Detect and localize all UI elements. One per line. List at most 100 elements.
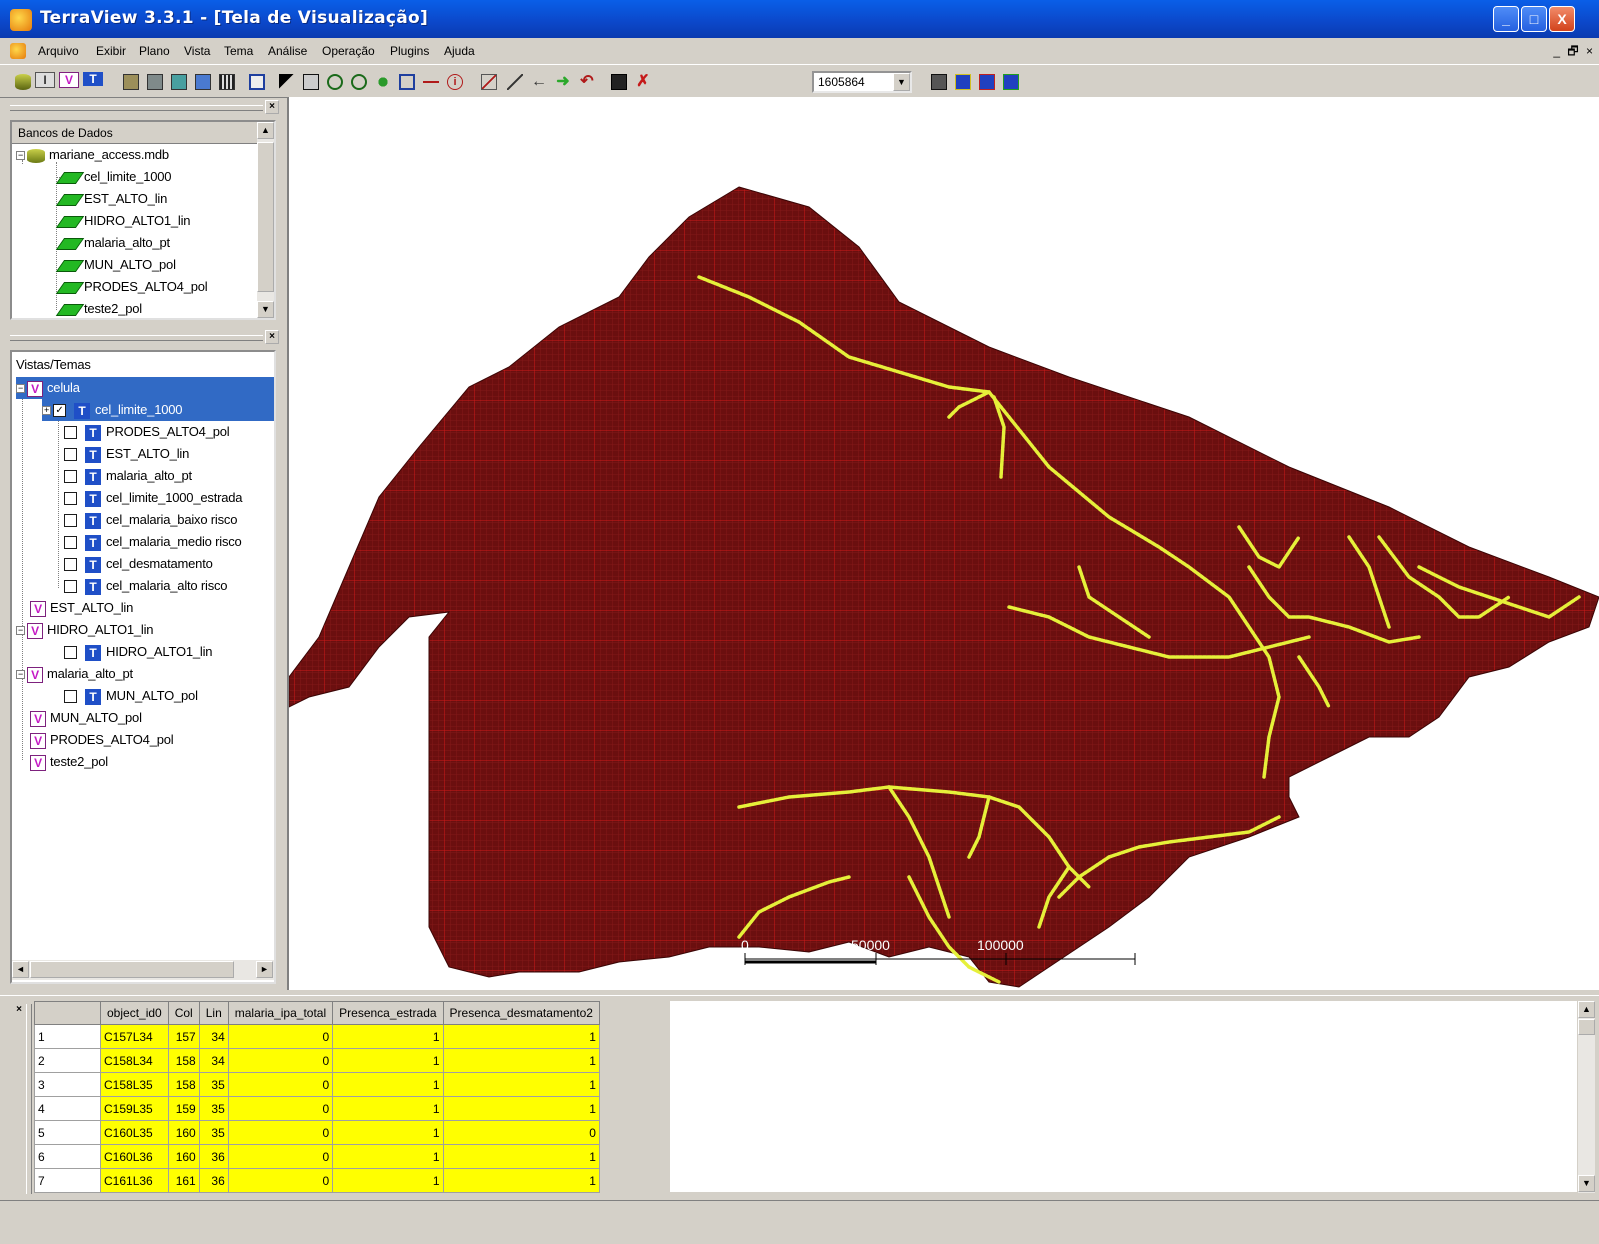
table-row[interactable]: 5 C160L35 160 35 0 1 0 <box>34 1120 600 1145</box>
forward-button[interactable]: ➜ <box>552 70 572 92</box>
table-row[interactable]: 4 C159L35 159 35 0 1 1 <box>34 1096 600 1121</box>
checkbox-icon[interactable] <box>64 448 77 462</box>
menu-arquivo[interactable]: Arquivo <box>38 44 79 58</box>
edit-button[interactable] <box>478 70 498 92</box>
expand-icon[interactable]: + <box>42 406 51 416</box>
table-row[interactable]: 7 C161L36 161 36 0 1 1 <box>34 1168 600 1193</box>
menu-analise[interactable]: Análise <box>268 44 307 58</box>
query-button[interactable] <box>608 70 628 92</box>
scroll-up-icon[interactable]: ▲ <box>1578 1001 1595 1018</box>
collapse-icon[interactable]: − <box>16 670 25 680</box>
scale-combo[interactable]: 1605864 ▼ <box>812 71 912 93</box>
checkbox-icon[interactable] <box>64 580 77 594</box>
checkbox-icon[interactable] <box>64 646 77 660</box>
pan-button[interactable] <box>372 70 392 92</box>
scroll-down-icon[interactable]: ▼ <box>1578 1175 1595 1192</box>
view-item-celula[interactable]: − Vcelula <box>16 377 274 399</box>
table-row[interactable]: 3 C158L35 158 35 0 1 1 <box>34 1072 600 1097</box>
menu-plano[interactable]: Plano <box>139 44 170 58</box>
checkbox-icon[interactable] <box>64 426 77 440</box>
view-item[interactable]: Vteste2_pol <box>30 751 110 773</box>
info-button[interactable]: i <box>444 70 464 92</box>
text-button[interactable] <box>952 70 972 92</box>
chevron-down-icon[interactable]: ▼ <box>893 73 910 91</box>
database-item[interactable]: − mariane_access.mdb <box>16 144 171 166</box>
import-button[interactable] <box>120 70 140 92</box>
view-button[interactable]: V <box>58 70 79 92</box>
table-row[interactable]: 6 C160L36 160 36 0 1 1 <box>34 1144 600 1169</box>
grid-button[interactable] <box>216 70 236 92</box>
databases-panel-grip[interactable]: × <box>8 99 283 117</box>
text-style-button[interactable] <box>976 70 996 92</box>
theme-item[interactable]: T MUN_ALTO_pol <box>64 685 200 707</box>
view-item[interactable]: − V HIDRO_ALTO1_lin <box>16 619 155 641</box>
scroll-thumb[interactable] <box>257 142 274 292</box>
close-icon[interactable]: × <box>265 100 279 114</box>
checkbox-icon[interactable] <box>64 492 77 506</box>
menu-exibir[interactable]: Exibir <box>96 44 126 58</box>
menu-ajuda[interactable]: Ajuda <box>444 44 475 58</box>
hscroll-thumb[interactable] <box>30 961 234 978</box>
theme-button[interactable]: T <box>82 70 103 92</box>
table-row[interactable]: 2 C158L34 158 34 0 1 1 <box>34 1048 600 1073</box>
view-item[interactable]: − Vmalaria_alto_pt <box>16 663 135 685</box>
theme-item[interactable]: T EST_ALTO_lin <box>64 443 191 465</box>
infolayer-button[interactable]: I <box>34 70 55 92</box>
theme-item[interactable]: Tcel_malaria_baixo risco <box>64 509 239 531</box>
checkbox-icon[interactable] <box>64 514 77 528</box>
layer-item[interactable]: EST_ALTO_lin <box>55 188 169 210</box>
scroll-left-icon[interactable]: ◄ <box>12 961 29 978</box>
column-header[interactable]: Presenca_desmatamento2 <box>442 1001 600 1025</box>
database-button[interactable] <box>12 70 32 92</box>
table-button[interactable] <box>246 70 266 92</box>
table-scrollbar[interactable]: ▲ ▼ <box>1578 1001 1595 1193</box>
checkbox-checked-icon[interactable]: ✓ <box>53 404 66 418</box>
close-icon[interactable]: × <box>265 330 279 344</box>
views-panel-grip[interactable]: × <box>8 329 283 347</box>
layer-item[interactable]: PRODES_ALTO4_pol <box>55 276 210 298</box>
theme-item[interactable]: Tcel_malaria_alto risco <box>64 575 229 597</box>
pointer-button[interactable] <box>276 70 296 92</box>
scroll-down-icon[interactable]: ▼ <box>257 301 274 318</box>
layer-item[interactable]: teste2_pol <box>55 298 144 318</box>
scroll-thumb[interactable] <box>1578 1019 1595 1035</box>
collapse-icon[interactable]: − <box>16 384 25 394</box>
display-button[interactable] <box>192 70 212 92</box>
layer-item[interactable]: MUN_ALTO_pol <box>55 254 178 276</box>
column-header[interactable]: Lin <box>198 1001 229 1025</box>
theme-visual-button[interactable] <box>1000 70 1020 92</box>
print-button[interactable] <box>928 70 948 92</box>
collapse-icon[interactable]: − <box>16 151 25 161</box>
column-header[interactable]: Col <box>167 1001 200 1025</box>
delete-button[interactable]: ✗ <box>632 70 652 92</box>
export-button[interactable] <box>144 70 164 92</box>
distance-button[interactable] <box>420 70 440 92</box>
column-header[interactable]: malaria_ipa_total <box>227 1001 334 1025</box>
view-item[interactable]: V EST_ALTO_lin <box>30 597 135 619</box>
layer-item[interactable]: malaria_alto_pt <box>55 232 172 254</box>
zoom-in-button[interactable] <box>324 70 344 92</box>
databases-scrollbar[interactable]: ▲ ▼ <box>257 122 274 318</box>
layer-item[interactable]: HIDRO_ALTO1_lin <box>55 210 192 232</box>
theme-item[interactable]: Tcel_malaria_medio risco <box>64 531 244 553</box>
menu-operacao[interactable]: Operação <box>322 44 375 58</box>
document-icon[interactable] <box>10 43 26 59</box>
theme-item[interactable]: Tmalaria_alto_pt <box>64 465 194 487</box>
menu-plugins[interactable]: Plugins <box>390 44 429 58</box>
views-hscrollbar[interactable]: ◄ ► <box>12 960 274 980</box>
undo-button[interactable]: ↶ <box>576 70 596 92</box>
menu-tema[interactable]: Tema <box>224 44 253 58</box>
scroll-up-icon[interactable]: ▲ <box>257 122 274 139</box>
view-item[interactable]: V PRODES_ALTO4_pol <box>30 729 176 751</box>
theme-item[interactable]: + ✓ Tcel_limite_1000 <box>42 399 274 421</box>
map-canvas[interactable]: 0 50000 100000 150000 Metros <box>288 97 1599 990</box>
map-view[interactable]: 0 50000 100000 150000 Metros <box>287 97 1599 990</box>
back-button[interactable]: ← <box>528 70 548 92</box>
menu-vista[interactable]: Vista <box>184 44 210 58</box>
checkbox-icon[interactable] <box>64 690 77 704</box>
close-button[interactable]: X <box>1549 6 1575 32</box>
zoom-out-button[interactable] <box>348 70 368 92</box>
draw-button[interactable] <box>504 70 524 92</box>
table-row[interactable]: 1 C157L34 157 34 0 1 1 <box>34 1024 600 1049</box>
minimize-button[interactable]: _ <box>1493 6 1519 32</box>
